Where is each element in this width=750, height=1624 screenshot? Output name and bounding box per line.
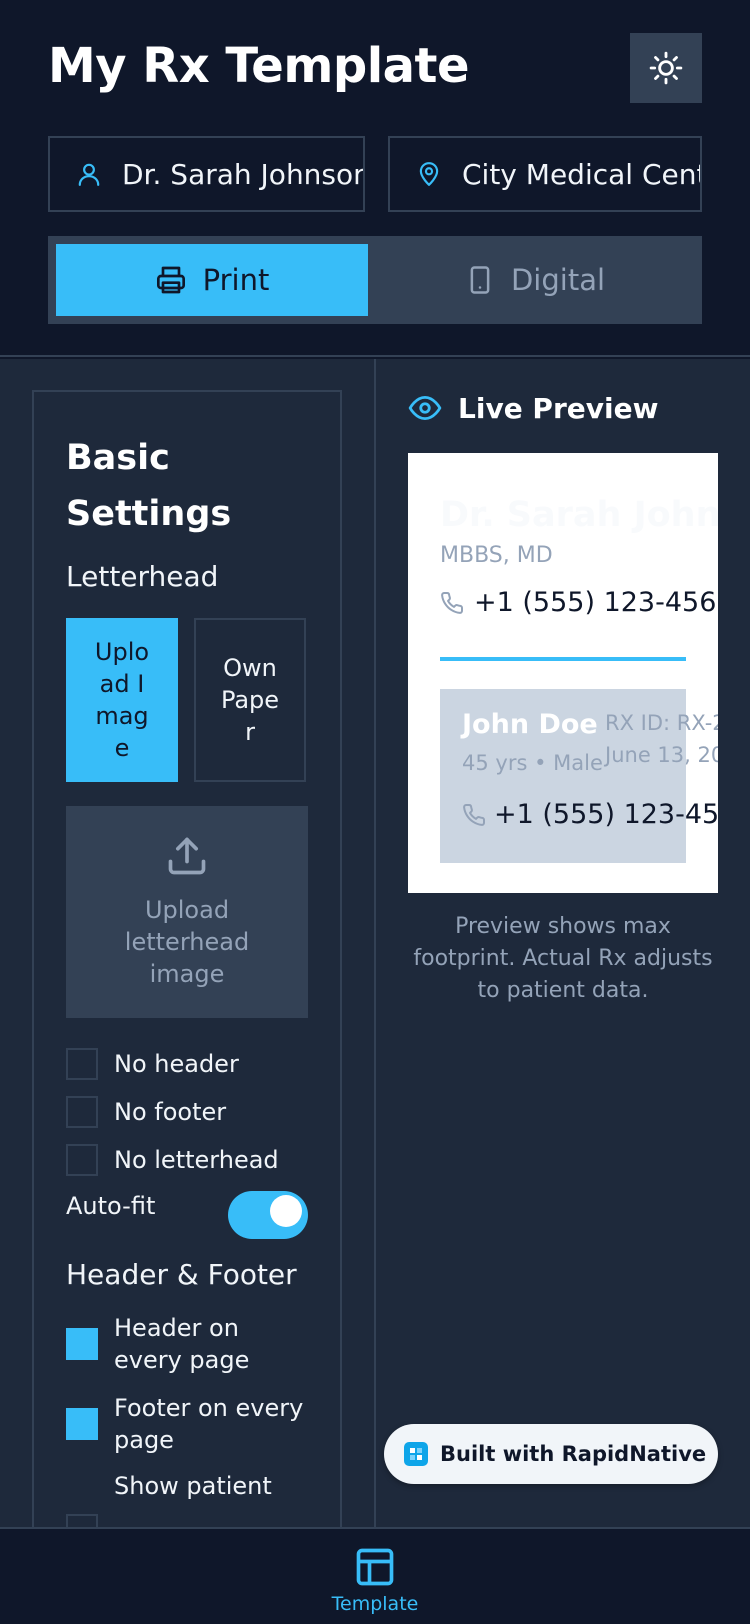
rapidnative-logo-icon [404,1442,428,1466]
mode-print-button[interactable]: Print [56,244,368,316]
header-footer-label: Header & Footer [66,1258,297,1291]
settings-panel[interactable]: Basic Settings Letterhead Upload Image O… [32,390,342,1527]
printer-icon [156,266,185,294]
footer-every-page-option[interactable]: Footer on every page [66,1392,314,1456]
letterhead-own-paper-button[interactable]: Own Paper [194,618,306,782]
header-every-page-option[interactable]: Header on every page [66,1312,314,1376]
mode-segmented-control: Print Digital [48,236,702,324]
no-footer-option[interactable]: No footer [66,1096,314,1128]
mode-digital-label: Digital [510,263,606,297]
location-selector[interactable]: City Medical Center [388,136,702,212]
preview-patient-meta: 45 yrs • Male [462,751,603,775]
mode-digital-button[interactable]: Digital [375,244,695,316]
footer-every-page-label: Footer on every page [114,1394,304,1454]
autofit-toggle-knob [270,1195,302,1227]
no-footer-checkbox[interactable] [66,1096,98,1128]
preview-header-rule [440,657,686,661]
live-preview-header: Live Preview [408,391,658,425]
autofit-label: Auto-fit [66,1192,156,1220]
autofit-toggle[interactable] [228,1191,308,1239]
eye-icon [408,395,442,421]
letterhead-label: Letterhead [66,560,219,593]
phone-icon [463,803,486,826]
show-patient-option[interactable]: Show patient [66,1470,314,1527]
footer-every-page-checkbox[interactable] [66,1408,98,1440]
live-preview-title: Live Preview [458,391,659,425]
location-name: City Medical Center [462,157,700,191]
preview-rx-id: RX ID: RX-2 [605,711,718,735]
tab-template[interactable]: Template [300,1545,450,1615]
header-every-page-checkbox[interactable] [66,1328,98,1360]
upload-icon [168,837,206,875]
letterhead-upload-image-button[interactable]: Upload Image [66,618,178,782]
built-with-label: Built with RapidNative [440,1442,707,1466]
built-with-badge[interactable]: Built with RapidNative [384,1424,718,1484]
preview-doctor-phone-text: +1 (555) 123-4567 [474,587,718,618]
theme-toggle-button[interactable] [630,33,702,103]
doctor-name: Dr. Sarah Johnson [122,157,365,191]
smartphone-icon [470,266,490,294]
settings-title: Basic Settings [66,438,232,534]
sun-icon [649,51,683,85]
rx-preview-paper: Dr. Sarah Johns MBBS, MD +1 (555) 123-45… [408,453,718,893]
preview-date: June 13, 20 [605,743,718,767]
phone-icon [441,591,464,614]
no-letterhead-option[interactable]: No letterhead [66,1144,314,1176]
preview-patient-name: John Doe [462,709,598,740]
layout-template-icon [356,1548,394,1586]
show-patient-label: Show patient [114,1472,272,1500]
preview-qualification: MBBS, MD [440,543,553,568]
upload-hint: Upload letterhead image [124,896,250,988]
show-patient-checkbox[interactable] [66,1514,98,1527]
user-icon [78,163,100,186]
no-header-option[interactable]: No header [66,1048,314,1080]
preview-patient-phone-text: +1 (555) 123-4567 [494,799,718,830]
no-footer-label: No footer [114,1098,227,1126]
main-content[interactable]: Basic Settings Letterhead Upload Image O… [0,359,750,1527]
tab-template-label: Template [331,1593,419,1615]
no-header-label: No header [114,1050,239,1078]
preview-patient-phone: +1 (555) 123-4567 [462,799,718,830]
no-header-checkbox[interactable] [66,1048,98,1080]
mode-print-label: Print [202,263,270,297]
header-every-page-label: Header on every page [114,1314,250,1374]
doctor-selector[interactable]: Dr. Sarah Johnson [48,136,365,212]
preview-note: Preview shows max footprint. Actual Rx a… [413,914,713,1003]
column-divider [374,359,376,1527]
page-title: My Rx Template [48,38,470,94]
letterhead-upload-zone[interactable]: Upload letterhead image [66,806,308,1018]
preview-doctor-name: Dr. Sarah Johns [440,495,718,535]
bottom-tab-bar: Template [0,1527,750,1624]
app-header: My Rx Template Dr. Sarah Johnson City Me… [0,0,750,357]
no-letterhead-label: No letterhead [114,1146,279,1174]
preview-doctor-phone: +1 (555) 123-4567 [440,587,718,618]
map-pin-icon [419,162,439,186]
no-letterhead-checkbox[interactable] [66,1144,98,1176]
